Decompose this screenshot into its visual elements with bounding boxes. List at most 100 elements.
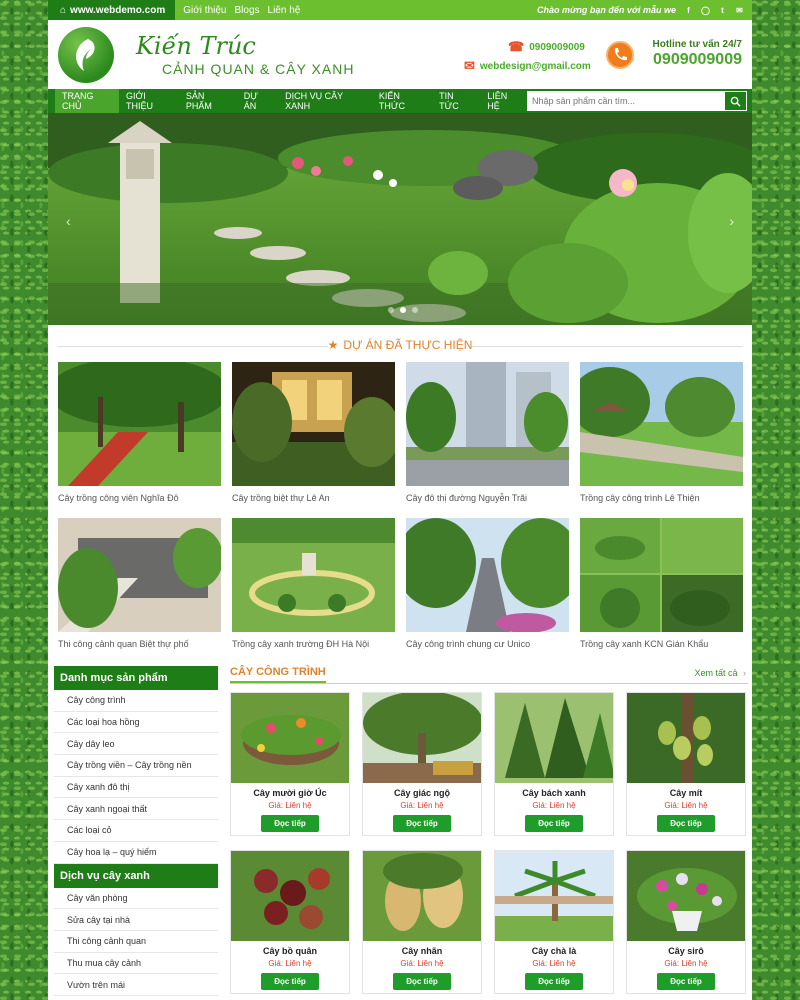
project-card[interactable]: Cây trồng biệt thự Lê An [232, 362, 395, 503]
instagram-icon[interactable]: ◯ [701, 6, 710, 15]
product-card[interactable]: Cây mít Giá: Liên hệ Đọc tiếp [626, 692, 746, 836]
hero-slider[interactable]: ‹ › [48, 113, 752, 325]
product-card[interactable]: Cây bách xanh Giá: Liên hệ Đọc tiếp [494, 692, 614, 836]
top-link-blogs[interactable]: Blogs [235, 5, 260, 16]
nav-contact[interactable]: LIÊN HỆ [480, 89, 527, 113]
nav-news[interactable]: TIN TỨC [432, 89, 480, 113]
read-more-button[interactable]: Đọc tiếp [525, 815, 583, 832]
main-nav: TRANG CHỦ GIỚI THIỆU SẢN PHẨM DỰ ÁN DỊCH… [48, 89, 752, 113]
slider-prev-icon[interactable]: ‹ [66, 213, 71, 229]
product-name: Cây chà là [531, 946, 577, 956]
facebook-icon[interactable]: f [684, 6, 693, 15]
mail-icon[interactable]: ✉ [735, 6, 744, 15]
project-image [580, 362, 743, 486]
sidebar-item-service[interactable]: Cây văn phòng [54, 888, 218, 910]
project-image [58, 362, 221, 486]
project-card[interactable]: Thi công cảnh quan Biệt thự phố [58, 518, 221, 649]
page-container: ⌂ www.webdemo.com Giới thiệu Blogs Liên … [48, 0, 752, 1000]
hotline-number: 0909009009 [653, 51, 742, 68]
nav-knowledge[interactable]: KIẾN THỨC [372, 89, 432, 113]
product-card[interactable]: Cây mười giờ Úc Giá: Liên hệ Đọc tiếp [230, 692, 350, 836]
slider-dot[interactable] [412, 307, 418, 313]
slider-dot-active[interactable] [400, 307, 406, 313]
sidebar-item-service[interactable]: Thu mua cây cảnh [54, 953, 218, 975]
project-image [58, 518, 221, 632]
read-more-button[interactable]: Đọc tiếp [393, 815, 451, 832]
site-link[interactable]: ⌂ www.webdemo.com [48, 0, 176, 20]
hotline-phone-icon [606, 41, 634, 69]
top-link-about[interactable]: Giới thiệu [183, 5, 226, 16]
search-button[interactable] [725, 91, 747, 111]
read-more-button[interactable]: Đọc tiếp [525, 973, 583, 990]
product-card[interactable]: Cây giác ngộ Giá: Liên hệ Đọc tiếp [362, 692, 482, 836]
sidebar-item-category[interactable]: Các loại hoa hồng [54, 712, 218, 734]
read-more-button[interactable]: Đọc tiếp [657, 973, 715, 990]
logo-leaf-icon[interactable] [58, 27, 114, 83]
read-more-button[interactable]: Đọc tiếp [261, 815, 319, 832]
sidebar-item-category[interactable]: Cây dây leo [54, 733, 218, 756]
product-name: Cây giác ngộ [393, 788, 450, 798]
project-caption: Cây công trình chung cư Unico [406, 639, 531, 649]
view-all-link[interactable]: Xem tất cả › [694, 668, 746, 678]
read-more-button[interactable]: Đọc tiếp [657, 815, 715, 832]
product-name: Cây nhãn [401, 946, 443, 956]
sidebar-item-category[interactable]: Cây xanh ngoại thất [54, 798, 218, 821]
search-input[interactable] [527, 91, 725, 111]
product-card[interactable]: Cây bồ quân Giá: Liên hệ Đọc tiếp [230, 850, 350, 994]
sidebar-item-service[interactable]: Sửa cây tại nhà [54, 909, 218, 931]
sidebar-item-category[interactable]: Cây trồng viền – Cây trồng nền [54, 755, 218, 777]
top-bar: ⌂ www.webdemo.com Giới thiệu Blogs Liên … [48, 0, 752, 20]
product-price: Giá: Liên hệ [268, 959, 312, 968]
project-card[interactable]: Trồng cây công trình Lê Thiện [580, 362, 743, 503]
hotline-box[interactable]: Hotline tư vấn 24/7 0909009009 [606, 39, 748, 79]
twitter-icon[interactable]: t [718, 6, 727, 15]
nav-projects[interactable]: DỰ ÁN [237, 89, 278, 113]
project-caption: Thi công cảnh quan Biệt thự phố [58, 639, 189, 649]
search-box [527, 91, 747, 111]
product-name: Cây mười giờ Úc [253, 788, 327, 798]
project-image [232, 518, 395, 632]
product-card[interactable]: Cây sirô Giá: Liên hệ Đọc tiếp [626, 850, 746, 994]
product-card[interactable]: Cây chà là Giá: Liên hệ Đọc tiếp [494, 850, 614, 994]
nav-services[interactable]: DỊCH VỤ CÂY XANH [278, 89, 372, 113]
product-image [627, 693, 745, 783]
sidebar-item-category[interactable]: Các loại cỏ [54, 820, 218, 842]
product-image [231, 693, 349, 783]
logo-tagline: CẢNH QUAN & CÂY XANH [162, 61, 355, 77]
sidebar-item-service[interactable]: Vườn trên mái [54, 974, 218, 996]
product-name: Cây mít [669, 788, 703, 798]
project-card[interactable]: Cây công trình chung cư Unico [406, 518, 569, 649]
product-image [495, 851, 613, 941]
read-more-button[interactable]: Đọc tiếp [261, 973, 319, 990]
sidebar-item-category[interactable]: Cây công trình [54, 690, 218, 712]
project-card[interactable]: Trồng cây xanh trường ĐH Hà Nội [232, 518, 395, 649]
slider-dots [388, 307, 418, 313]
nav-products[interactable]: SẢN PHẨM [179, 89, 237, 113]
project-card[interactable]: Trồng cây xanh KCN Gián Khẩu [580, 518, 743, 649]
product-image [627, 851, 745, 941]
project-card[interactable]: Cây đô thị đường Nguyễn Trãi [406, 362, 569, 503]
product-price: Giá: Liên hệ [400, 801, 444, 810]
project-caption: Cây trồng công viên Nghĩa Đô [58, 493, 179, 503]
project-card[interactable]: Cây trồng công viên Nghĩa Đô [58, 362, 221, 503]
divider [472, 346, 742, 347]
read-more-button[interactable]: Đọc tiếp [393, 973, 451, 990]
project-image [406, 362, 569, 486]
nav-home[interactable]: TRANG CHỦ [55, 89, 119, 113]
product-card[interactable]: Cây nhãn Giá: Liên hệ Đọc tiếp [362, 850, 482, 994]
slider-next-icon[interactable]: › [729, 213, 734, 229]
nav-about[interactable]: GIỚI THIỆU [119, 89, 179, 113]
chevron-right-icon: › [743, 668, 746, 678]
email-contact[interactable]: ✉ webdesign@gmail.com [464, 58, 591, 74]
product-image [363, 851, 481, 941]
phone-contact[interactable]: ☎ 0909009009 [508, 39, 585, 55]
sidebar-item-category[interactable]: Cây hoa lạ – quý hiếm [54, 842, 218, 864]
sidebar-item-service[interactable]: Thi công cảnh quan [54, 931, 218, 953]
home-icon: ⌂ [60, 4, 67, 16]
top-link-contact[interactable]: Liên hệ [268, 5, 301, 16]
slider-dot[interactable] [388, 307, 394, 313]
product-price: Giá: Liên hệ [532, 801, 576, 810]
product-price: Giá: Liên hệ [664, 801, 708, 810]
phone-icon: ☎ [508, 39, 525, 54]
sidebar-item-category[interactable]: Cây xanh đô thị [54, 777, 218, 799]
